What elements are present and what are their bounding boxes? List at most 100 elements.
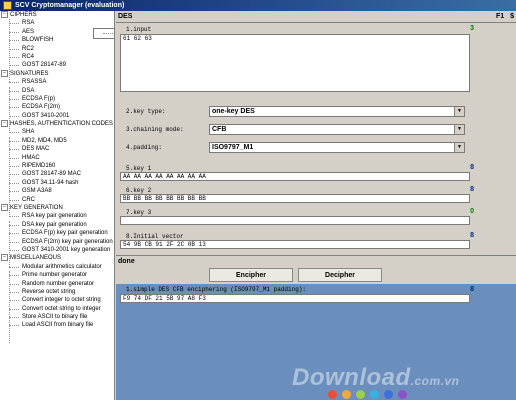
tree-item[interactable]: GOST 3410-2001 bbox=[0, 112, 114, 120]
tree-item[interactable]: RC4 bbox=[0, 53, 114, 61]
chevron-down-icon[interactable]: ▼ bbox=[454, 143, 464, 152]
dot-blue bbox=[384, 390, 393, 399]
tree-item[interactable]: RSA bbox=[0, 19, 114, 27]
tree-connector bbox=[9, 271, 10, 343]
tree-item-label: GOST 28147-89 MAC bbox=[22, 171, 81, 178]
tree-item[interactable]: GOST 34.11-94 hash bbox=[0, 179, 114, 187]
tree-category[interactable]: − HASHES, AUTHENTICATION CODES bbox=[0, 120, 114, 128]
decipher-button[interactable]: Decipher bbox=[298, 268, 382, 282]
tree-item[interactable]: ECDSA F(2m) key pair generation bbox=[0, 238, 114, 246]
tree-item-label: RSA key pair generation bbox=[22, 213, 87, 220]
help-key-label[interactable]: F1 bbox=[496, 13, 504, 20]
status-text: done bbox=[118, 258, 135, 265]
tree-item-label: MD2, MD4, MD5 bbox=[22, 137, 67, 144]
tree-item[interactable]: DSA key pair generation bbox=[0, 221, 114, 229]
tree-category[interactable]: − KEY GENERATION bbox=[0, 203, 114, 212]
key2-field[interactable]: BB BB BB BB BB BB BB BB bbox=[120, 194, 470, 203]
tree-item-label: GOST 34.11-94 hash bbox=[22, 179, 79, 186]
tree-item-label: HMAC bbox=[22, 154, 40, 161]
tree-item[interactable]: ECDSA F(p) bbox=[0, 95, 114, 103]
tree-item-label: CRC bbox=[22, 196, 35, 203]
panel-title: DES bbox=[118, 13, 133, 20]
tree-item[interactable]: DSA bbox=[0, 87, 114, 95]
tree-category[interactable]: − MISCELLANEOUS bbox=[0, 254, 114, 262]
tree-category[interactable]: − SIGNATURES bbox=[0, 69, 114, 78]
padding-value: ISO9797_M1 bbox=[212, 144, 254, 151]
dot-red bbox=[328, 390, 337, 399]
collapse-icon[interactable]: − bbox=[1, 254, 8, 262]
tree-item-label: SHA bbox=[22, 129, 35, 136]
tree-item[interactable]: GOST 28147-89 MAC bbox=[0, 170, 114, 178]
key2-length: 8 bbox=[470, 186, 474, 193]
tree-item[interactable]: Reverse octet string bbox=[0, 288, 114, 296]
tree-item[interactable]: RSA key pair generation bbox=[0, 212, 114, 220]
currency-key-label[interactable]: $ bbox=[510, 13, 514, 20]
tree-item-label: SIGNATURES bbox=[10, 70, 49, 77]
chaining-mode-value: CFB bbox=[212, 126, 227, 133]
watermark-dots bbox=[328, 390, 412, 400]
tree-item-label: GOST 3410-2001 key generation bbox=[22, 246, 111, 253]
tree-item[interactable]: Convert integer to octet string bbox=[0, 296, 114, 304]
tree-item[interactable]: Random number generator bbox=[0, 280, 114, 288]
main-panel: DES F1 $ 1.input 3 61 62 63 2.key type: … bbox=[116, 11, 516, 400]
tree-category[interactable]: − CIPHERS bbox=[0, 11, 114, 19]
tree-item[interactable]: RSASSA bbox=[0, 78, 114, 86]
tree-item[interactable]: Modular arithmetics calculator bbox=[0, 263, 114, 271]
collapse-icon[interactable]: − bbox=[1, 203, 8, 211]
key-type-select[interactable]: one-key DES ▼ bbox=[209, 106, 465, 117]
window-title: SCV Cryptomanager (evaluation) bbox=[15, 2, 125, 9]
input-field[interactable]: 61 62 63 bbox=[120, 34, 470, 92]
tree-item-label: Reverse octet string bbox=[22, 288, 76, 295]
tree-item[interactable]: Prime number generator bbox=[0, 271, 114, 279]
function-tree[interactable]: −CIPHERSRSADESAESBLOWFISHRC2RC4GOST 2814… bbox=[0, 11, 115, 400]
tree-item[interactable]: MD2, MD4, MD5 bbox=[0, 137, 114, 145]
tree-item-label: CIPHERS bbox=[10, 12, 37, 19]
tree-item[interactable]: ECDSA F(p) key pair generation bbox=[0, 229, 114, 237]
dot-orange bbox=[342, 390, 351, 399]
tree-item[interactable]: HMAC bbox=[0, 154, 114, 162]
tree-item-label: DES MAC bbox=[22, 146, 50, 153]
watermark-text: Download bbox=[292, 364, 411, 391]
collapse-icon[interactable]: − bbox=[1, 120, 8, 128]
collapse-icon[interactable]: − bbox=[1, 11, 8, 18]
tree-connector bbox=[9, 19, 10, 83]
tree-item[interactable]: BLOWFISH bbox=[0, 36, 114, 44]
tree-item[interactable]: AES bbox=[0, 28, 114, 36]
key1-field[interactable]: AA AA AA AA AA AA AA AA bbox=[120, 172, 470, 181]
dot-cyan bbox=[370, 390, 379, 399]
tree-item[interactable]: RC2 bbox=[0, 45, 114, 53]
tree-item[interactable]: SHA bbox=[0, 128, 114, 136]
output-field[interactable]: F9 74 DF 21 5B 97 A8 F3 bbox=[120, 294, 470, 303]
collapse-icon[interactable]: − bbox=[1, 69, 8, 77]
key2-label: 6.key 2 bbox=[126, 187, 152, 194]
tree-item[interactable]: GOST 3410-2001 key generation bbox=[0, 246, 114, 254]
key1-length: 8 bbox=[470, 164, 474, 171]
chevron-down-icon[interactable]: ▼ bbox=[454, 125, 464, 134]
tree-item[interactable]: GOST 28147-89 bbox=[0, 61, 114, 69]
chaining-mode-select[interactable]: CFB ▼ bbox=[209, 124, 465, 135]
panel-header: DES F1 $ bbox=[116, 11, 516, 23]
iv-field[interactable]: 54 9B CB 91 2F 2C 0B 13 bbox=[120, 240, 470, 249]
padding-select[interactable]: ISO9797_M1 ▼ bbox=[209, 142, 465, 153]
tree-item[interactable]: RIPEMD160 bbox=[0, 162, 114, 170]
tree-item[interactable]: ECDSA F(2m) bbox=[0, 103, 114, 111]
status-bar: done bbox=[116, 255, 516, 267]
tree-item-label: ECDSA F(2m) bbox=[22, 104, 61, 111]
key-type-label: 2.key type: bbox=[126, 108, 166, 115]
tree-item[interactable]: Load ASCII from binary file bbox=[0, 321, 114, 329]
chevron-down-icon[interactable]: ▼ bbox=[454, 107, 464, 116]
encipher-button[interactable]: Encipher bbox=[209, 268, 293, 282]
tree-item[interactable]: GSM A3A8 bbox=[0, 187, 114, 195]
tree-connector bbox=[9, 137, 10, 217]
input-length: 3 bbox=[470, 25, 474, 32]
tree-item-label: GOST 28147-89 bbox=[22, 62, 66, 69]
tree-item[interactable]: Convert octet string to integer bbox=[0, 305, 114, 313]
tree-item-label: ECDSA F(p) key pair generation bbox=[22, 230, 108, 237]
tree-item[interactable]: Store ASCII to binary file bbox=[0, 313, 114, 321]
key3-field[interactable] bbox=[120, 216, 470, 225]
tree-item[interactable]: CRC bbox=[0, 196, 114, 204]
tree-item-label: Prime number generator bbox=[22, 272, 88, 279]
tree-item-label: RSASSA bbox=[22, 79, 47, 86]
tree-item-label: GOST 3410-2001 bbox=[22, 112, 70, 119]
tree-item[interactable]: DES MAC bbox=[0, 145, 114, 153]
